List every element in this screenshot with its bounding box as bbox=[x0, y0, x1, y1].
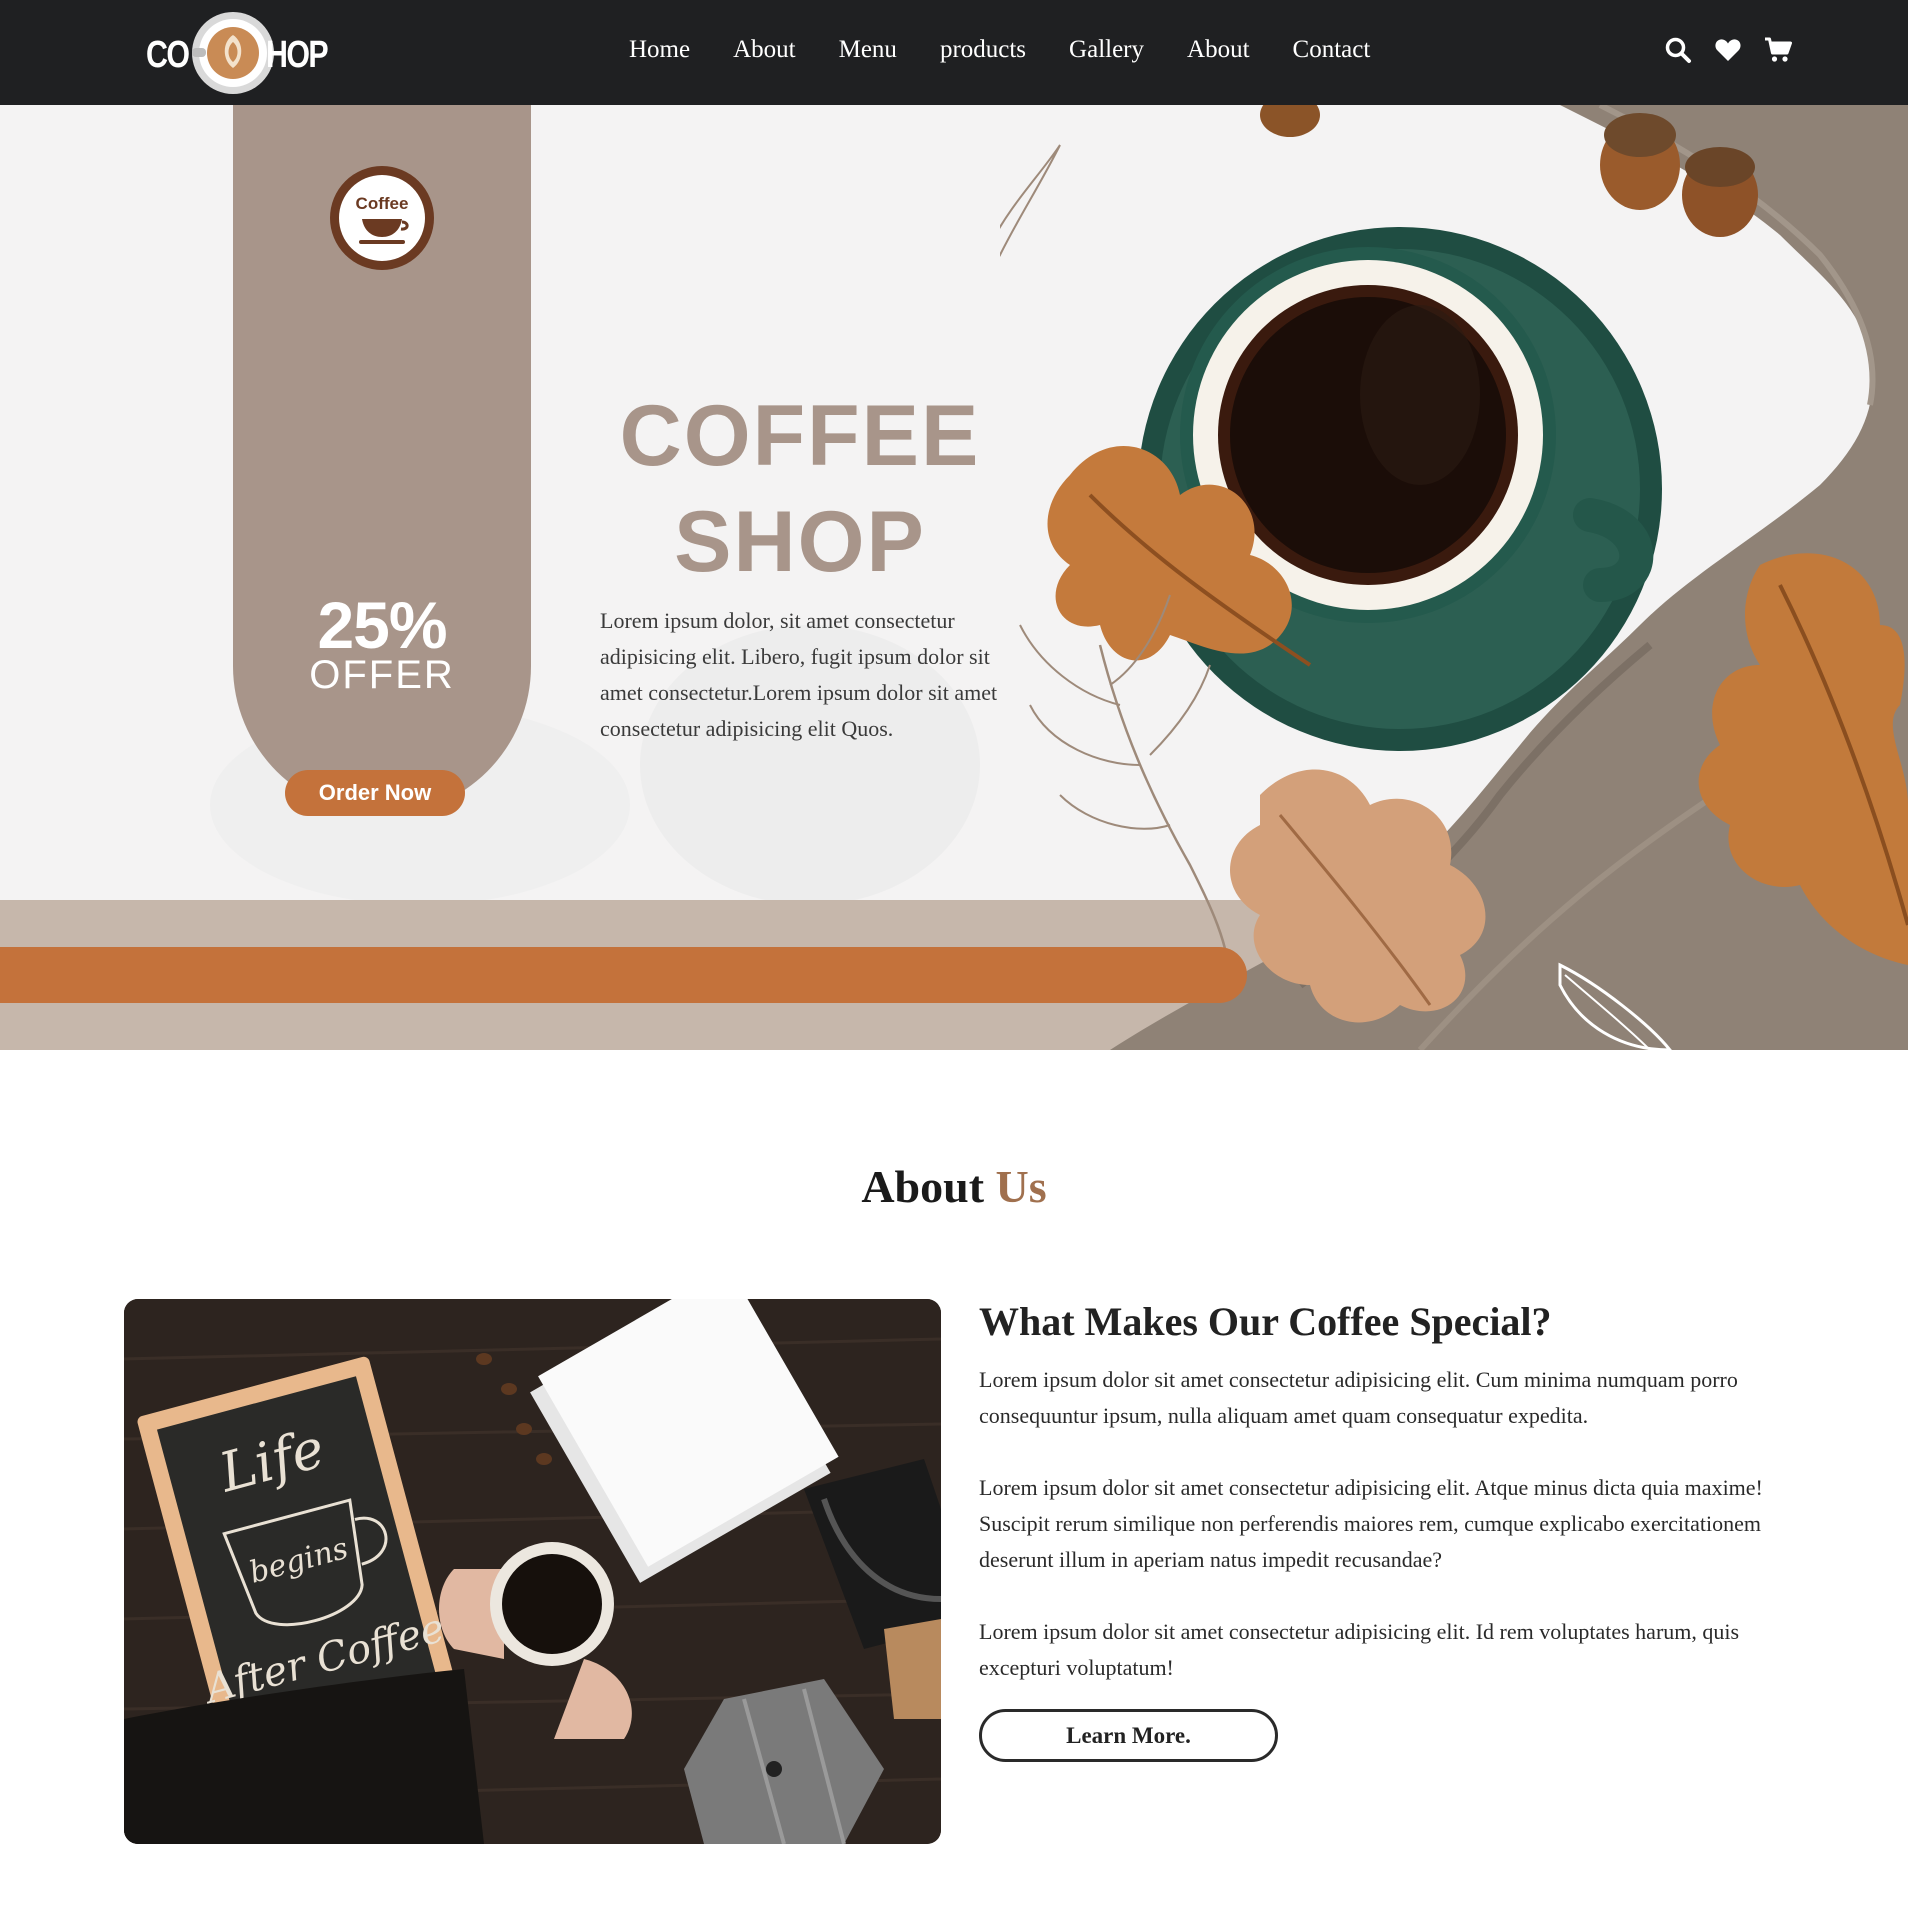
cart-icon[interactable] bbox=[1764, 36, 1792, 64]
about-paragraph-3: Lorem ipsum dolor sit amet consectetur a… bbox=[979, 1619, 1740, 1680]
coffee-badge-icon: Coffee bbox=[330, 166, 434, 270]
nav-link-contact[interactable]: Contact bbox=[1293, 36, 1371, 64]
about-paragraph-2: Lorem ipsum dolor sit amet consectetur a… bbox=[979, 1475, 1763, 1572]
coffee-cup-photo bbox=[1000, 105, 1908, 1050]
about-section-heading: About Us bbox=[0, 1160, 1908, 1213]
order-now-button[interactable]: Order Now bbox=[285, 770, 465, 816]
about-heading-accent: Us bbox=[995, 1161, 1047, 1212]
hero-accent-bar bbox=[0, 947, 1247, 1003]
search-icon[interactable] bbox=[1664, 36, 1692, 64]
nav-link-gallery[interactable]: Gallery bbox=[1069, 36, 1144, 64]
offer-label: OFFER bbox=[309, 653, 455, 697]
about-photo: Life begins After Coffee bbox=[124, 1299, 941, 1844]
nav-link-home[interactable]: Home bbox=[629, 36, 690, 64]
about-subheading: What Makes Our Coffee Special? bbox=[979, 1299, 1552, 1344]
logo-text-right: HOP bbox=[266, 34, 329, 76]
nav-icon-group bbox=[1664, 36, 1792, 64]
offer-percent: 25% bbox=[317, 588, 447, 662]
hero-title-line-1: COFFEE bbox=[619, 388, 981, 484]
chalkboard-coffee-photo: Life begins After Coffee bbox=[124, 1299, 941, 1844]
hero-description: Lorem ipsum dolor, sit amet consectetur … bbox=[600, 608, 998, 741]
learn-more-button[interactable]: Learn More. bbox=[979, 1709, 1278, 1762]
about-paragraph-1: Lorem ipsum dolor sit amet consectetur a… bbox=[979, 1367, 1738, 1428]
hero-title: COFFEE SHOP bbox=[590, 383, 1010, 595]
nav-link-products[interactable]: products bbox=[940, 36, 1026, 64]
about-heading-main: About bbox=[861, 1161, 985, 1212]
heart-icon[interactable] bbox=[1714, 36, 1742, 64]
nav-link-about-2[interactable]: About bbox=[1187, 36, 1250, 64]
latte-cup-logo-icon bbox=[192, 12, 274, 94]
top-navbar: CO HOP Home About Menu products Gallery … bbox=[0, 0, 1908, 105]
nav-link-menu[interactable]: Menu bbox=[839, 36, 897, 64]
logo-text-left: CO bbox=[146, 34, 190, 76]
badge-label: Coffee bbox=[356, 194, 409, 213]
nav-link-about[interactable]: About bbox=[733, 36, 796, 64]
hero-title-line-2: SHOP bbox=[674, 494, 926, 590]
main-nav: Home About Menu products Gallery About C… bbox=[629, 36, 1413, 64]
hero-section: Coffee 25% OFFER Order Now COFFEE SHOP L… bbox=[0, 105, 1908, 1050]
brand-logo[interactable]: CO HOP bbox=[146, 10, 329, 96]
